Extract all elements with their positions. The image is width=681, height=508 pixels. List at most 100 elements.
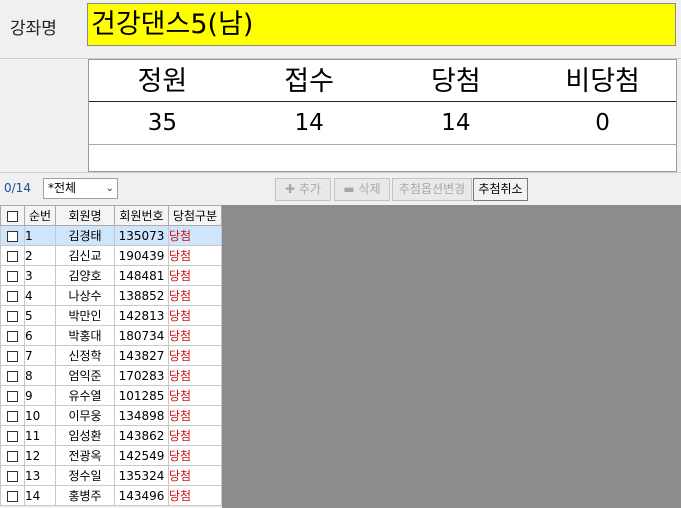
cell-member-id: 143862 [114, 425, 169, 446]
member-grid: 순번 회원명 회원번호 당첨구분 1 김경태 135073 당첨 2 김신교 190439 당… [0, 205, 222, 506]
checkbox-icon [7, 390, 18, 402]
course-name-field[interactable]: 건강댄스5(남) [87, 3, 676, 46]
cell-no: 11 [24, 425, 56, 446]
summary-header-applied: 접수 [284, 66, 334, 97]
row-checkbox[interactable] [0, 425, 25, 446]
grid-empty-area [222, 205, 681, 508]
row-checkbox[interactable] [0, 245, 25, 266]
table-row[interactable]: 5 박만인 142813 당첨 [0, 305, 222, 326]
cell-name: 김경태 [55, 225, 115, 246]
row-checkbox[interactable] [0, 225, 25, 246]
delete-button[interactable]: ▬ 삭제 [334, 178, 390, 201]
cell-name: 홍병주 [55, 485, 115, 506]
checkbox-icon [7, 230, 18, 242]
table-row[interactable]: 4 나상수 138852 당첨 [0, 285, 222, 306]
checkbox-icon [7, 270, 18, 282]
table-row[interactable]: 13 정수일 135324 당첨 [0, 465, 222, 486]
cell-no: 6 [24, 325, 56, 346]
cell-member-id: 143827 [114, 345, 169, 366]
cell-no: 5 [24, 305, 56, 326]
row-checkbox[interactable] [0, 465, 25, 486]
row-checkbox[interactable] [0, 285, 25, 306]
table-row[interactable]: 7 신정학 143827 당첨 [0, 345, 222, 366]
divider [0, 172, 681, 173]
table-row[interactable]: 9 유수열 101285 당첨 [0, 385, 222, 406]
cell-status: 당첨 [168, 285, 222, 306]
cell-member-id: 148481 [114, 265, 169, 286]
row-checkbox[interactable] [0, 325, 25, 346]
cell-member-id: 190439 [114, 245, 169, 266]
table-row[interactable]: 8 엄익준 170283 당첨 [0, 365, 222, 386]
cell-no: 2 [24, 245, 56, 266]
table-row[interactable]: 2 김신교 190439 당첨 [0, 245, 222, 266]
checkbox-icon [7, 430, 18, 442]
cell-status: 당첨 [168, 465, 222, 486]
cell-name: 유수열 [55, 385, 115, 406]
toolbar: 0/14 *전체 ⌄ ✚ 추가 ▬ 삭제 추첨옵션변경 추첨취소 [0, 176, 681, 204]
cell-name: 이무웅 [55, 405, 115, 426]
table-row[interactable]: 1 김경태 135073 당첨 [0, 225, 222, 246]
cell-status: 당첨 [168, 305, 222, 326]
add-button-label: 추가 [298, 182, 321, 196]
row-checkbox[interactable] [0, 305, 25, 326]
cell-name: 김신교 [55, 245, 115, 266]
table-row[interactable]: 14 홍병주 143496 당첨 [0, 485, 222, 506]
row-checkbox[interactable] [0, 405, 25, 426]
cancel-draw-button[interactable]: 추첨취소 [473, 178, 528, 201]
change-draw-option-button[interactable]: 추첨옵션변경 [392, 178, 472, 201]
selection-count: 0/14 [4, 181, 31, 195]
checkbox-icon [7, 410, 18, 422]
cell-no: 1 [24, 225, 56, 246]
table-row[interactable]: 11 임성환 143862 당첨 [0, 425, 222, 446]
summary-value-not-won: 0 [595, 110, 610, 136]
column-header-member-id[interactable]: 회원번호 [114, 205, 169, 226]
table-row[interactable]: 3 김양호 148481 당첨 [0, 265, 222, 286]
row-checkbox[interactable] [0, 365, 25, 386]
checkbox-icon [7, 290, 18, 302]
checkbox-icon [7, 310, 18, 322]
cell-member-id: 138852 [114, 285, 169, 306]
cell-name: 박홍대 [55, 325, 115, 346]
cell-status: 당첨 [168, 425, 222, 446]
chevron-down-icon: ⌄ [105, 183, 114, 194]
table-row[interactable]: 12 전광옥 142549 당첨 [0, 445, 222, 466]
cell-no: 14 [24, 485, 56, 506]
column-header-name[interactable]: 회원명 [55, 205, 115, 226]
cell-no: 10 [24, 405, 56, 426]
checkbox-icon [7, 250, 18, 262]
cell-status: 당첨 [168, 325, 222, 346]
cell-no: 3 [24, 265, 56, 286]
filter-dropdown[interactable]: *전체 ⌄ [43, 178, 118, 199]
cell-no: 12 [24, 445, 56, 466]
cell-name: 신정학 [55, 345, 115, 366]
row-checkbox[interactable] [0, 265, 25, 286]
summary-header-row: 정원 접수 당첨 비당첨 [89, 60, 676, 102]
cell-no: 13 [24, 465, 56, 486]
course-label: 강좌명 [10, 19, 57, 39]
checkbox-icon [7, 350, 18, 362]
checkbox-icon [7, 470, 18, 482]
select-all-checkbox[interactable] [0, 205, 25, 226]
cell-member-id: 170283 [114, 365, 169, 386]
plus-icon: ✚ [285, 182, 296, 196]
cell-name: 김양호 [55, 265, 115, 286]
table-row[interactable]: 6 박홍대 180734 당첨 [0, 325, 222, 346]
row-checkbox[interactable] [0, 485, 25, 506]
minus-icon: ▬ [343, 182, 355, 196]
add-button[interactable]: ✚ 추가 [275, 178, 331, 201]
cell-status: 당첨 [168, 365, 222, 386]
column-header-status[interactable]: 당첨구분 [168, 205, 222, 226]
cell-member-id: 142813 [114, 305, 169, 326]
row-checkbox[interactable] [0, 345, 25, 366]
checkbox-icon [7, 370, 18, 382]
table-row[interactable]: 10 이무웅 134898 당첨 [0, 405, 222, 426]
row-checkbox[interactable] [0, 385, 25, 406]
cell-status: 당첨 [168, 245, 222, 266]
grid-header-row: 순번 회원명 회원번호 당첨구분 [0, 205, 222, 226]
summary-panel: 정원 접수 당첨 비당첨 35 14 14 0 [88, 59, 677, 172]
checkbox-icon [7, 210, 18, 222]
summary-value-capacity: 35 [147, 110, 178, 136]
row-checkbox[interactable] [0, 445, 25, 466]
column-header-no[interactable]: 순번 [24, 205, 56, 226]
filter-selected-value: *전체 [48, 181, 77, 195]
